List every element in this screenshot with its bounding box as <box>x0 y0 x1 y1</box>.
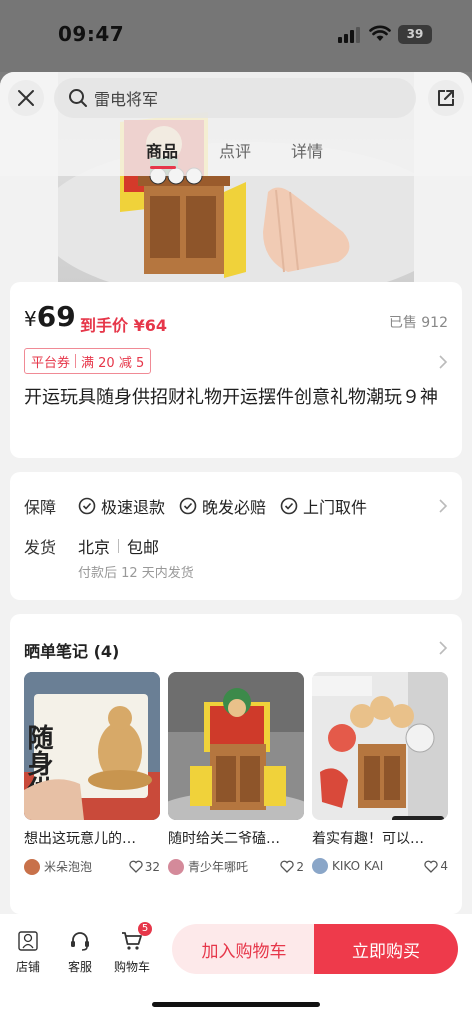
coupon-divider <box>75 354 77 368</box>
shipping-fee: 包邮 <box>127 538 160 557</box>
coupon-type: 平台券 <box>31 355 71 371</box>
cart-icon: 5 <box>108 922 156 954</box>
guarantee-item: 晚发必赔 <box>179 494 266 518</box>
service-card[interactable]: 保障 极速退款 晚发必赔 上门取件 发货 北京 包邮 付款后 12 天内发货 <box>10 472 462 600</box>
shop-icon <box>4 928 52 954</box>
likes-count: 32 <box>144 859 160 874</box>
home-indicator <box>152 1002 320 1007</box>
shipping-note: 付款后 12 天内发货 <box>78 566 194 581</box>
note-username: KIKO KAI <box>332 859 384 873</box>
check-circle-icon <box>280 497 298 515</box>
note-meta: 青少年哪吒 2 <box>168 858 304 875</box>
note-image <box>312 672 448 820</box>
note-image <box>168 672 304 820</box>
customer-service-label: 客服 <box>67 960 92 974</box>
note-likes[interactable]: 4 <box>424 859 448 873</box>
avatar <box>24 858 40 875</box>
note-text: 想出这玩意儿的… <box>24 831 136 847</box>
section-tabs: 商品 点评 详情 <box>0 138 472 172</box>
top-navigation: 雷电将军 商品 点评 详情 <box>0 72 472 176</box>
guarantee-text: 上门取件 <box>303 498 368 517</box>
note-likes[interactable]: 32 <box>129 860 160 874</box>
likes-count: 4 <box>440 859 448 873</box>
guarantee-text: 晚发必赔 <box>202 498 267 517</box>
wifi-icon <box>369 25 391 41</box>
notes-chevron-right-icon[interactable] <box>438 640 448 656</box>
tab-product[interactable]: 商品 <box>146 138 178 162</box>
final-price: 到手价 ¥64 <box>80 316 167 335</box>
shop-label: 店铺 <box>15 960 40 974</box>
add-to-cart-button[interactable]: 加入购物车 <box>172 924 316 974</box>
close-button[interactable] <box>8 80 44 116</box>
likes-count: 2 <box>296 859 304 874</box>
ship-from: 北京 <box>78 538 111 557</box>
note-likes[interactable]: 2 <box>280 860 304 874</box>
coupon-chevron-right-icon[interactable] <box>438 354 448 370</box>
signal-icon <box>338 27 360 43</box>
avatar <box>312 858 328 874</box>
share-icon <box>438 90 454 106</box>
status-time: 09:47 <box>58 22 125 46</box>
notes-title: 晒单笔记 (4) <box>24 642 120 661</box>
service-chevron-right-icon[interactable] <box>438 498 448 514</box>
search-icon <box>68 88 88 108</box>
note-meta: KIKO KAI 4 <box>312 858 448 874</box>
coupon-badge[interactable]: 平台券 满 20 减 5 <box>24 348 152 374</box>
bottom-action-bar: 店铺 客服 5 购物车 加入购物车 立即购买 <box>0 914 472 1024</box>
guarantee-text: 极速退款 <box>101 498 166 517</box>
product-sheet: 雷电将军 商品 点评 详情 ¥69 到手价 ¥64 已售 912 平台券 满 2… <box>0 72 472 1024</box>
buy-now-button[interactable]: 立即购买 <box>314 924 458 974</box>
check-circle-icon <box>78 497 96 515</box>
cart-button[interactable]: 5 购物车 <box>108 922 156 975</box>
coupon-rule: 满 20 减 5 <box>81 355 145 371</box>
note-item[interactable]: 随时给关二爷磕… 青少年哪吒 2 <box>168 672 304 875</box>
active-tab-indicator <box>150 166 176 169</box>
guarantee-label: 保障 <box>24 498 57 517</box>
note-meta: 米朵泡泡 32 <box>24 858 160 875</box>
note-username: 米朵泡泡 <box>44 860 93 874</box>
note-photo-illustration <box>168 672 304 820</box>
review-notes-card: 晒单笔记 (4) 随身供 想出这玩意儿的… 米朵泡泡 32 随时给关二爷磕… 青… <box>10 614 462 914</box>
customer-service-button[interactable]: 客服 <box>56 928 104 975</box>
guarantee-item: 上门取件 <box>280 494 367 518</box>
note-item[interactable]: 随身供 想出这玩意儿的… 米朵泡泡 32 <box>24 672 160 875</box>
search-bar[interactable]: 雷电将军 <box>54 78 416 118</box>
tab-details[interactable]: 详情 <box>291 138 323 162</box>
price: ¥69 <box>24 300 76 333</box>
heart-icon <box>424 860 439 873</box>
note-photo-illustration <box>312 672 448 820</box>
guarantee-item: 极速退款 <box>78 494 165 518</box>
product-title: 开运玩具随身供招财礼物开运摆件创意礼物潮玩９神 <box>24 387 438 408</box>
tab-reviews[interactable]: 点评 <box>219 138 251 162</box>
note-text: 着实有趣！可以… <box>312 831 424 847</box>
heart-icon <box>129 860 143 873</box>
note-item[interactable]: 着实有趣！可以… KIKO KAI 4 <box>312 672 448 874</box>
price-card: ¥69 到手价 ¥64 已售 912 平台券 满 20 减 5 开运玩具随身供招… <box>10 282 462 458</box>
heart-icon <box>280 860 295 873</box>
shipping-info: 北京 包邮 <box>78 534 159 558</box>
shop-button[interactable]: 店铺 <box>4 928 52 975</box>
close-icon <box>18 90 34 106</box>
guarantee-list: 极速退款 晚发必赔 上门取件 <box>78 494 381 518</box>
share-button[interactable] <box>428 80 464 116</box>
shipping-label: 发货 <box>24 538 57 557</box>
note-photo-illustration: 随身供 <box>24 672 160 820</box>
battery-indicator: 39 <box>398 25 432 44</box>
search-query: 雷电将军 <box>94 90 159 109</box>
note-username: 青少年哪吒 <box>188 860 249 874</box>
cart-count-badge: 5 <box>138 922 152 936</box>
shipping-divider <box>118 539 120 553</box>
price-value: 69 <box>36 300 76 333</box>
check-circle-icon <box>179 497 197 515</box>
avatar <box>168 858 184 875</box>
note-image: 随身供 <box>24 672 160 820</box>
cart-label: 购物车 <box>113 960 150 974</box>
sold-count: 已售 912 <box>388 315 448 331</box>
headset-icon <box>56 928 104 954</box>
note-text: 随时给关二爷磕… <box>168 831 280 847</box>
status-bar: 09:47 39 <box>0 0 472 72</box>
currency-symbol: ¥ <box>24 307 37 331</box>
